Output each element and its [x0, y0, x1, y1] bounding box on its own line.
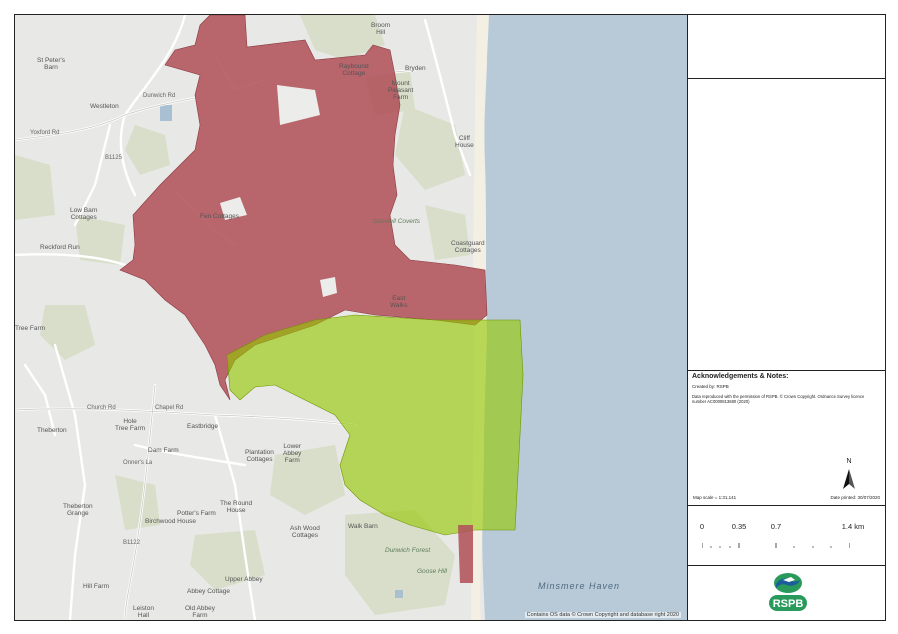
road-label-b1125: B1125 — [105, 155, 122, 161]
rspb-logo: RSPB — [769, 573, 807, 611]
created-by: Created by: RSPB — [692, 384, 729, 389]
place-label-bryden: Bryden — [405, 65, 426, 72]
place-label-potters-farm: Potter's Farm — [177, 510, 216, 517]
place-label-east-walks: East Walks — [390, 295, 408, 309]
map-attribution: Contains OS data © Crown Copyright and d… — [524, 612, 681, 618]
logo-text: RSPB — [773, 598, 804, 610]
place-label-the-round-house: The Round House — [220, 500, 253, 514]
place-label-dunwich-forest: Dunwich Forest — [385, 547, 431, 554]
map-canvas[interactable]: Broom Hill St Peter's Barn Raybound Cottage… — [15, 15, 688, 620]
notes-title: Acknowledgements & Notes: — [692, 373, 789, 380]
sea-label: Minsmere Haven — [538, 581, 621, 591]
place-label-tree-farm: Tree Farm — [15, 325, 46, 332]
place-label-goose-hill: Goose Hill — [417, 568, 447, 575]
place-label-mount-pleasant-farm: Mount Pleasant Farm — [388, 80, 414, 101]
road-label-chapel-rd: Chapel Rd — [155, 405, 184, 411]
place-label-leiston-hall: Leiston Hall — [133, 605, 154, 619]
place-label-reckford-run: Reckford Run — [40, 244, 80, 251]
scale-bar — [702, 543, 850, 548]
place-label-dam-farm: Dam Farm — [148, 447, 179, 454]
logo-box: RSPB — [687, 566, 886, 620]
title-box — [687, 15, 886, 79]
place-label-sizewell-covert: Sizewell Coverts — [372, 218, 421, 225]
place-label-fen-cottages: Fen Cottages — [200, 213, 240, 220]
place-label-ash-wood-cottages: Ash Wood Cottages — [290, 525, 320, 539]
place-label-cliff-house: Cliff House — [455, 135, 474, 149]
date-printed: Date printed: 30/07/2020 — [830, 495, 880, 500]
place-label-hole-tree-farm: Hole Tree Farm — [115, 418, 146, 432]
scale-tick-1-4: 1.4 km — [841, 522, 865, 531]
road-label-onners-la: Onner's La — [123, 460, 153, 466]
north-label: N — [846, 458, 852, 465]
place-label-broom-hill: Broom Hill — [371, 22, 391, 36]
scale-bar-box: 0 0.35 0.7 1.4 km — [687, 506, 886, 566]
road-label-yoxford-rd: Yoxford Rd — [30, 130, 60, 136]
place-label-walk-barn: Walk Barn — [348, 523, 378, 530]
scale-tick-0-7: 0.7 — [770, 522, 782, 531]
reproduction-notice: Data reproduced with the permission of R… — [692, 394, 865, 404]
notes-box: Acknowledgements & Notes: Created by: RS… — [687, 371, 886, 506]
road-label-dunwich-rd: Dunwich Rd — [143, 93, 176, 99]
place-label-westleton: Westleton — [90, 103, 119, 110]
scale-tick-0-35: 0.35 — [731, 522, 747, 531]
legend-panel: Acknowledgements & Notes: Created by: RS… — [687, 15, 886, 620]
place-label-plantation-cottages: Plantation Cottages — [245, 449, 274, 463]
map-scale: Map scale = 1:31,141 — [693, 495, 737, 500]
blank-box — [687, 79, 886, 371]
place-label-coastguard-cottages: Coastguard Cottages — [451, 240, 485, 254]
place-label-st-peters-barn: St Peter's Barn — [37, 57, 65, 71]
place-label-theberton: Theberton — [37, 427, 67, 434]
place-label-old-abbey-farm: Old Abbey Farm — [185, 605, 215, 619]
scale-tick-0: 0 — [699, 522, 705, 531]
place-label-rookyard-cottage: Raybound Cottage — [339, 63, 369, 77]
place-label-lower-abbey-farm: Lower Abbey Farm — [283, 443, 302, 464]
road-label-b1122: B1122 — [123, 540, 140, 546]
north-arrow: N — [839, 458, 859, 492]
place-label-birchwood-house: Birchwood House — [145, 518, 196, 525]
place-label-eastbridge: Eastbridge — [187, 423, 219, 430]
place-label-hill-farm: Hill Farm — [83, 583, 109, 590]
place-label-theberton-grange: Theberton Grange — [63, 503, 93, 517]
road-label-church-rd: Church Rd — [87, 405, 116, 411]
place-label-upper-abbey: Upper Abbey — [225, 576, 263, 583]
place-label-abbey-cottage: Abbey Cottage — [187, 588, 231, 595]
north-arrow-icon — [843, 469, 855, 489]
place-label-low-barn-cottages: Low Barn Cottages — [70, 207, 98, 221]
